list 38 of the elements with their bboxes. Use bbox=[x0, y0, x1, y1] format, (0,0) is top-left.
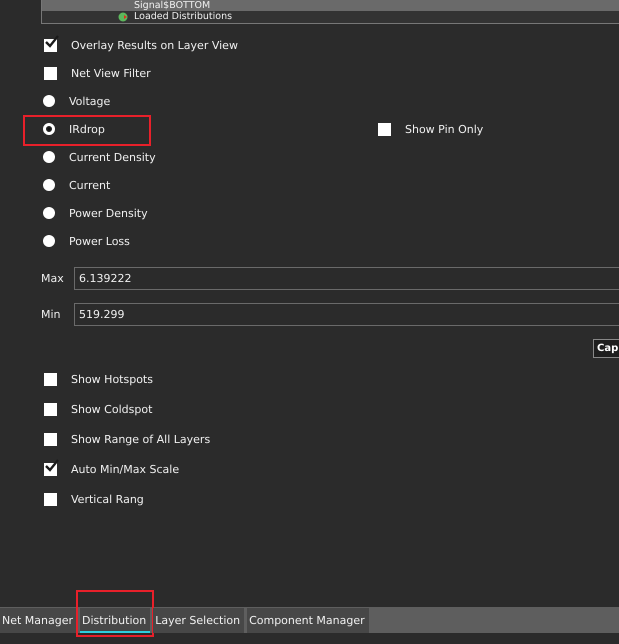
option-label: Power Density bbox=[69, 206, 148, 220]
distribution-icon bbox=[118, 12, 128, 22]
option-label: Voltage bbox=[69, 94, 110, 108]
option-label: IRdrop bbox=[69, 122, 105, 136]
option-label: Current Density bbox=[69, 150, 156, 164]
input-field[interactable]: 519.299 bbox=[74, 303, 619, 326]
option-label: Vertical Rang bbox=[71, 492, 144, 506]
input-field[interactable]: 6.139222 bbox=[74, 267, 619, 290]
option-label: Power Loss bbox=[69, 234, 130, 248]
option-label: Net View Filter bbox=[71, 66, 151, 80]
option-label: Auto Min/Max Scale bbox=[71, 462, 180, 476]
option-label: Show Range of All Layers bbox=[71, 432, 210, 446]
option-label: Current bbox=[69, 178, 110, 192]
option-label: Overlay Results on Layer View bbox=[71, 38, 238, 52]
option-label: Show Pin Only bbox=[405, 122, 484, 136]
action-button[interactable]: Cap bbox=[593, 339, 619, 358]
radio-button[interactable] bbox=[43, 123, 55, 135]
field-label: Min bbox=[40, 308, 62, 321]
radio-button[interactable] bbox=[43, 235, 55, 247]
option-label: Show Hotspots bbox=[71, 372, 153, 386]
checkbox[interactable] bbox=[44, 402, 57, 416]
radio-button[interactable] bbox=[43, 151, 55, 163]
tab[interactable]: Component Manager bbox=[247, 608, 369, 633]
radio-button[interactable] bbox=[43, 95, 55, 107]
checkbox[interactable] bbox=[44, 372, 57, 386]
checkbox[interactable] bbox=[44, 492, 57, 506]
tab[interactable]: Distribution bbox=[80, 608, 150, 633]
tree-item[interactable]: Loaded Distributions bbox=[42, 11, 619, 22]
checkbox[interactable] bbox=[44, 66, 57, 80]
tab[interactable]: Layer Selection bbox=[153, 608, 244, 633]
radio-button[interactable] bbox=[43, 179, 55, 191]
checkbox[interactable] bbox=[378, 122, 391, 136]
radio-button[interactable] bbox=[43, 207, 55, 219]
tab[interactable]: Net Manager bbox=[0, 608, 78, 633]
option-label: Show Coldspot bbox=[71, 402, 152, 416]
checkbox[interactable] bbox=[44, 432, 57, 446]
tree-item[interactable]: Signal$BOTTOM bbox=[42, 0, 619, 11]
field-label: Max bbox=[40, 272, 65, 285]
